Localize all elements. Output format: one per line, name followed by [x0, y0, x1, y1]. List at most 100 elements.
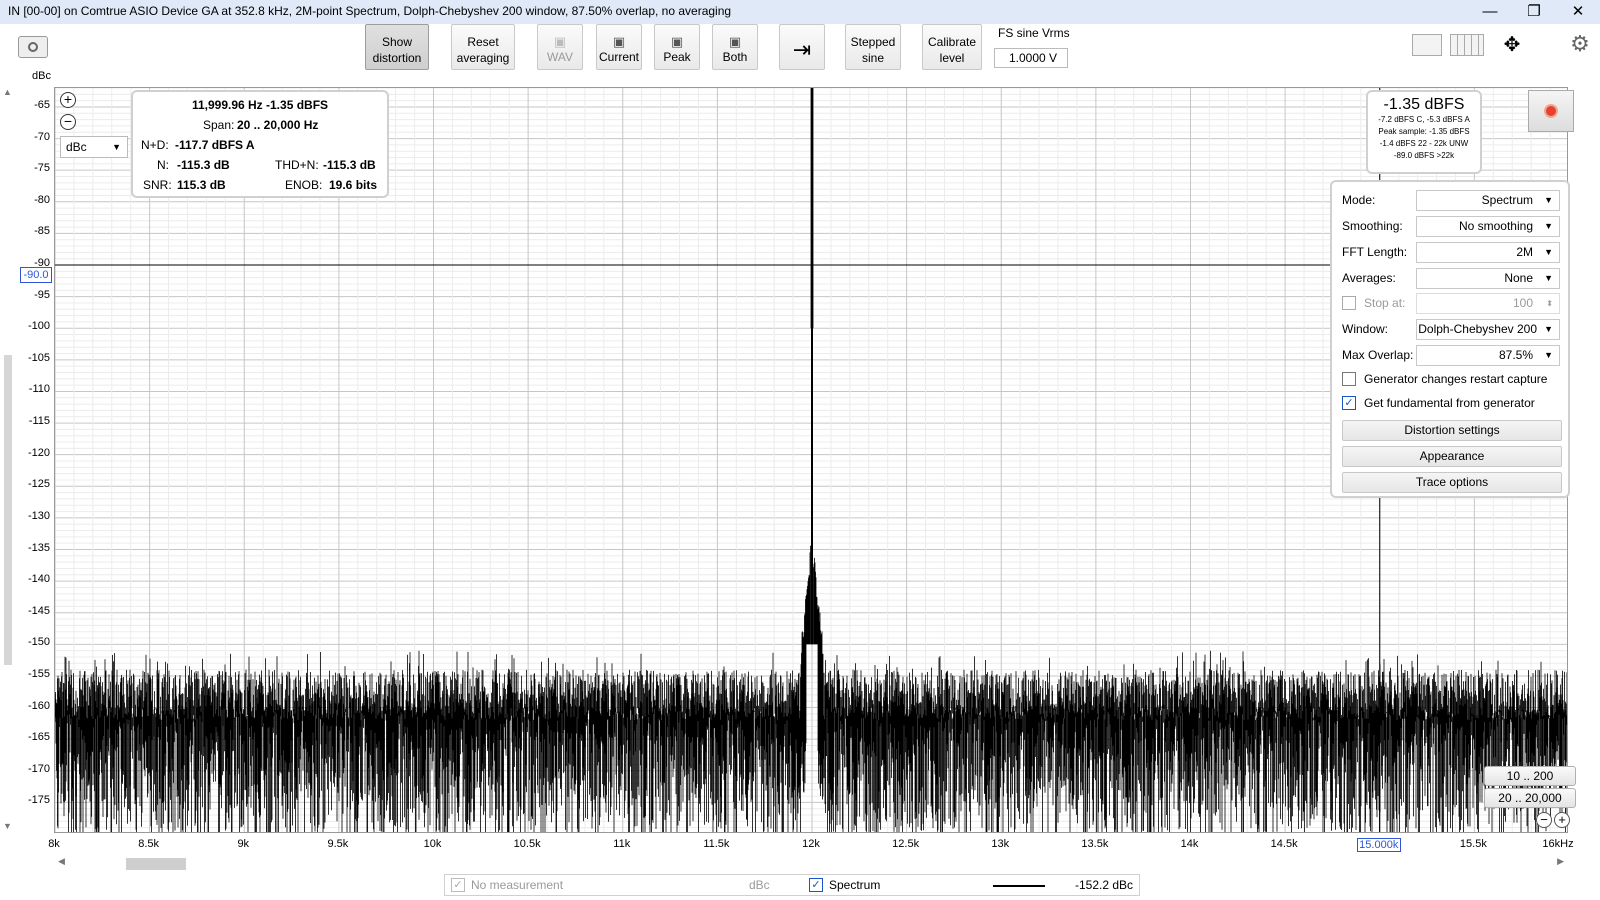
layout-columns-icon[interactable] — [1450, 34, 1484, 56]
fft-length-select[interactable]: 2M ▼ — [1416, 242, 1560, 263]
fft-length-value: 2M — [1516, 245, 1533, 259]
wav-button[interactable]: ▣ WAV — [537, 24, 583, 70]
analysis-controls: Mode: Spectrum ▼ Smoothing: No smoothing ▼… — [1330, 180, 1570, 498]
max-overlap-value: 87.5% — [1498, 348, 1533, 362]
thdn-label: THD+N: — [275, 158, 319, 172]
minimize-button[interactable]: — — [1470, 0, 1510, 24]
level-line-2: Peak sample: -1.35 dBFS — [1378, 127, 1470, 136]
stepped-sine-line2: sine — [861, 51, 884, 65]
averages-label: Averages: — [1342, 271, 1396, 285]
record-icon — [1544, 104, 1558, 118]
both-label: Both — [722, 50, 748, 64]
enob-value: 19.6 bits — [329, 178, 378, 192]
n-label: N: — [157, 158, 169, 172]
zoom-fit-icon[interactable]: ✥ — [1494, 32, 1530, 58]
current-label: Current — [598, 50, 639, 64]
stop-at-value: 100 — [1512, 296, 1533, 310]
zoom-out-icon[interactable]: − — [1536, 812, 1552, 828]
maximize-button[interactable]: ❐ — [1514, 0, 1554, 24]
export-icon: ⇥ — [792, 37, 812, 62]
y-tick-label: -160 — [27, 699, 50, 712]
chevron-down-icon: ▼ — [1544, 350, 1553, 360]
spectrum-label: Spectrum — [829, 878, 881, 892]
mode-label: Mode: — [1342, 193, 1376, 207]
smoothing-select[interactable]: No smoothing ▼ — [1416, 216, 1560, 237]
show-distortion-button[interactable]: Show distortion — [365, 24, 429, 70]
y-tick-label: -100 — [27, 320, 50, 333]
vertical-scrollbar[interactable]: ▲ ▼ — [0, 87, 16, 833]
chevron-down-icon: ▼ — [1544, 273, 1553, 283]
y-tick-label: -65 — [34, 98, 50, 111]
mode-select[interactable]: Spectrum ▼ — [1416, 190, 1560, 211]
x-tick-label: 11k — [613, 838, 631, 850]
reset-averaging-button[interactable]: Reset averaging — [451, 24, 515, 70]
y-tick-label: -165 — [27, 731, 50, 744]
window-select[interactable]: Dolph-Chebyshev 200 ▼ — [1416, 319, 1560, 340]
layout-single-icon[interactable] — [1412, 34, 1442, 56]
scroll-right-icon[interactable]: ▶ — [1557, 856, 1564, 867]
stop-at-checkbox[interactable] — [1342, 296, 1356, 310]
camera-icon[interactable] — [18, 36, 48, 58]
reset-averaging-line2: averaging — [456, 51, 510, 65]
smoothing-label: Smoothing: — [1342, 219, 1403, 233]
scroll-thumb[interactable] — [126, 858, 186, 870]
x-tick-label: 8.5k — [138, 838, 160, 850]
y-tick-label: -140 — [27, 573, 50, 586]
snr-label: SNR: — [143, 178, 172, 192]
span-value: 20 .. 20,000 Hz — [237, 118, 319, 132]
close-button[interactable]: ✕ — [1558, 0, 1598, 24]
zoom-in-icon[interactable]: + — [60, 92, 76, 108]
range-10-200-button[interactable]: 10 .. 200 — [1484, 766, 1576, 786]
fundamental-readout: 11,999.96 Hz -1.35 dBFS — [191, 98, 329, 112]
chevron-down-icon: ▼ — [112, 142, 121, 152]
unit-select[interactable]: dBc ▼ — [60, 136, 128, 158]
no-measurement-checkbox[interactable]: ✓ — [451, 878, 465, 892]
y-tick-label: -110 — [28, 383, 50, 396]
y-tick-label: -170 — [27, 762, 50, 775]
zoom-in-icon[interactable]: + — [1554, 812, 1570, 828]
y-tick-label: -115 — [28, 415, 50, 428]
averages-select[interactable]: None ▼ — [1416, 268, 1560, 289]
generator-restart-checkbox[interactable] — [1342, 372, 1356, 386]
horizontal-scrollbar[interactable]: ◀ ▶ — [54, 856, 1568, 870]
generator-restart-label: Generator changes restart capture — [1364, 372, 1548, 386]
max-overlap-label: Max Overlap: — [1342, 348, 1414, 362]
y-tick-label: -70 — [34, 130, 50, 143]
distortion-settings-button[interactable]: Distortion settings — [1342, 420, 1562, 441]
x-tick-label: 13.5k — [1081, 838, 1109, 850]
range-20-20000-button[interactable]: 20 .. 20,000 — [1484, 788, 1576, 808]
snr-value: 115.3 dB — [177, 178, 226, 192]
spectrum-checkbox[interactable]: ✓ — [809, 878, 823, 892]
save-both-button[interactable]: ▣ Both — [712, 24, 758, 70]
stop-at-label: Stop at: — [1364, 296, 1406, 310]
n-value: -115.3 dB — [177, 158, 230, 172]
save-current-button[interactable]: ▣ Current — [596, 24, 642, 70]
level-line-4: -89.0 dBFS >22k — [1393, 151, 1455, 160]
y-tick-label: -105 — [27, 351, 50, 364]
record-button[interactable] — [1528, 90, 1574, 132]
scroll-left-icon[interactable]: ◀ — [58, 856, 65, 867]
calibrate-level-button[interactable]: Calibrate level — [922, 24, 982, 70]
max-overlap-select[interactable]: 87.5% ▼ — [1416, 345, 1560, 366]
window-value: Dolph-Chebyshev 200 — [1418, 322, 1537, 336]
averages-value: None — [1504, 271, 1533, 285]
gear-icon[interactable]: ⚙ — [1568, 32, 1592, 56]
smoothing-value: No smoothing — [1458, 219, 1533, 233]
y-tick-label: -130 — [27, 509, 50, 522]
unit-select-value: dBc — [66, 140, 87, 154]
x-tick-label: 14k — [1180, 838, 1199, 850]
get-fundamental-checkbox[interactable]: ✓ — [1342, 396, 1356, 410]
stop-at-input[interactable]: 100 ⬍ — [1416, 293, 1560, 314]
export-button[interactable]: ⇥ — [779, 24, 825, 70]
window-label: Window: — [1342, 322, 1389, 336]
save-peak-button[interactable]: ▣ Peak — [654, 24, 700, 70]
level-line-1: -7.2 dBFS C, -5.3 dBFS A — [1378, 115, 1470, 124]
fs-sine-input[interactable]: 1.0000 V — [994, 48, 1068, 68]
stepped-sine-button[interactable]: Stepped sine — [845, 24, 901, 70]
trace-options-button[interactable]: Trace options — [1342, 472, 1562, 493]
zoom-out-icon[interactable]: − — [60, 114, 76, 130]
legend-bar: ✓ No measurement dBc ✓ Spectrum -152.2 d… — [444, 874, 1140, 896]
chevron-down-icon: ▼ — [1544, 221, 1553, 231]
appearance-button[interactable]: Appearance — [1342, 446, 1562, 467]
y-tick-label: -155 — [27, 667, 50, 680]
